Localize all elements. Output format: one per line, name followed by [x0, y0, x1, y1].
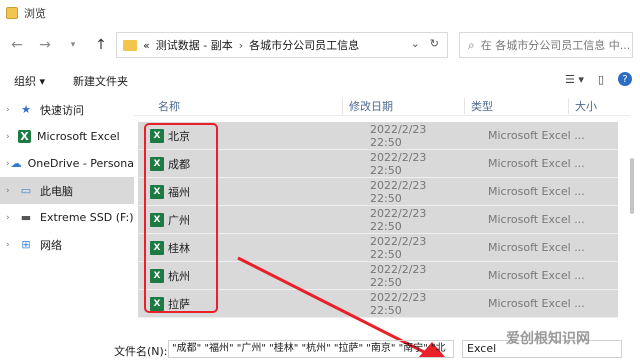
- chevron-right-icon[interactable]: ›: [6, 213, 18, 223]
- sidebar-item-this-pc[interactable]: › ▭ 此电脑: [0, 177, 134, 204]
- address-bar[interactable]: « 测试数据 - 副本 › 各城市分公司员工信息 ⌄ ↻: [116, 32, 448, 58]
- cloud-icon: ☁: [10, 157, 22, 170]
- column-header-size[interactable]: 大小: [568, 97, 618, 114]
- refresh-icon[interactable]: ↻: [430, 37, 439, 50]
- breadcrumb-item[interactable]: 测试数据 - 副本: [156, 37, 233, 53]
- sidebar-item-label: Extreme SSD (F:): [40, 211, 134, 224]
- sidebar-item-quick-access[interactable]: › ★ 快速访问: [0, 96, 134, 123]
- file-type: Microsoft Excel ...: [488, 213, 585, 226]
- breadcrumb-overflow[interactable]: «: [143, 39, 150, 52]
- sidebar-item-label: OneDrive - Persona: [27, 157, 134, 170]
- search-icon: ⌕: [468, 37, 475, 52]
- computer-icon: ▭: [20, 184, 32, 197]
- file-date: 2022/2/23 22:50: [370, 262, 427, 289]
- chevron-down-icon[interactable]: ⌄: [411, 37, 420, 50]
- file-date: 2022/2/23 22:50: [370, 290, 427, 317]
- file-type: Microsoft Excel ...: [488, 241, 585, 254]
- file-date: 2022/2/23 22:50: [370, 206, 427, 233]
- chevron-right-icon[interactable]: ›: [6, 186, 18, 196]
- sidebar-item-label: Microsoft Excel: [37, 130, 120, 143]
- chevron-right-icon[interactable]: ›: [6, 240, 18, 250]
- recent-dropdown-icon[interactable]: ▾: [62, 34, 84, 56]
- vertical-scrollbar[interactable]: [628, 118, 636, 328]
- watermark: 爱创根知识网: [506, 331, 590, 347]
- sidebar-item-label: 网络: [40, 238, 62, 252]
- help-icon[interactable]: ?: [618, 72, 632, 86]
- address-row: ← → ▾ ↑ « 测试数据 - 副本 › 各城市分公司员工信息 ⌄ ↻ ⌕ 在…: [0, 28, 640, 62]
- column-header-type[interactable]: 类型: [464, 97, 568, 114]
- chevron-right-icon[interactable]: ›: [6, 132, 18, 142]
- filename-label: 文件名(N):: [114, 345, 168, 358]
- folder-app-icon: [6, 7, 18, 19]
- search-placeholder: 在 各城市分公司员工信息 中...: [480, 39, 631, 52]
- file-type: Microsoft Excel ...: [488, 297, 585, 310]
- new-folder-button[interactable]: 新建文件夹: [73, 73, 128, 89]
- up-arrow-icon[interactable]: ↑: [90, 34, 112, 56]
- filename-input[interactable]: "成都" "福州" "广州" "桂林" "杭州" "拉萨" "南京" "南宁" …: [168, 340, 454, 358]
- forward-arrow-icon[interactable]: →: [34, 34, 56, 56]
- column-header-date[interactable]: 修改日期: [342, 97, 464, 114]
- file-type: Microsoft Excel ...: [488, 129, 585, 142]
- excel-icon: X: [18, 130, 31, 143]
- toolbar: 组织 ▾ 新建文件夹 ☰ ▾ ▯ ?: [0, 68, 640, 94]
- sidebar-item-ssd[interactable]: › ▬ Extreme SSD (F:): [0, 204, 134, 231]
- file-date: 2022/2/23 22:50: [370, 122, 427, 149]
- file-date: 2022/2/23 22:50: [370, 234, 427, 261]
- preview-pane-icon[interactable]: ▯: [598, 73, 604, 86]
- column-header-name[interactable]: 名称: [134, 98, 342, 114]
- title-bar: 浏览: [0, 0, 640, 26]
- window-title: 浏览: [24, 7, 46, 20]
- sidebar-item-network[interactable]: › ⊞ 网络: [0, 231, 134, 258]
- file-date: 2022/2/23 22:50: [370, 150, 427, 177]
- highlight-annotation-box: [144, 123, 218, 313]
- sidebar-item-onedrive[interactable]: › ☁ OneDrive - Persona: [0, 150, 134, 177]
- network-icon: ⊞: [21, 238, 31, 251]
- file-type: Microsoft Excel ...: [488, 269, 585, 282]
- scrollbar-thumb[interactable]: [630, 158, 634, 214]
- sidebar-item-label: 此电脑: [40, 184, 73, 198]
- back-arrow-icon[interactable]: ←: [6, 34, 28, 56]
- breadcrumb-separator: ›: [238, 38, 244, 52]
- file-type: Microsoft Excel ...: [488, 157, 585, 170]
- file-list-header: 名称 修改日期 类型 大小: [134, 96, 630, 116]
- file-type-filter-value: Excel: [467, 342, 497, 355]
- file-date: 2022/2/23 22:50: [370, 178, 427, 205]
- view-options-icon[interactable]: ☰ ▾: [565, 73, 584, 86]
- star-icon: ★: [21, 103, 31, 116]
- search-input[interactable]: ⌕ 在 各城市分公司员工信息 中...: [459, 32, 633, 58]
- sidebar-item-excel[interactable]: › X Microsoft Excel: [0, 123, 134, 150]
- folder-icon: [123, 39, 137, 51]
- drive-icon: ▬: [20, 211, 32, 224]
- file-type: Microsoft Excel ...: [488, 185, 585, 198]
- navigation-pane: › ★ 快速访问 › X Microsoft Excel › ☁ OneDriv…: [0, 96, 134, 336]
- chevron-right-icon[interactable]: ›: [6, 105, 18, 115]
- breadcrumb-item[interactable]: 各城市分公司员工信息: [249, 37, 359, 53]
- sidebar-item-label: 快速访问: [40, 103, 84, 117]
- organize-button[interactable]: 组织 ▾: [14, 73, 45, 89]
